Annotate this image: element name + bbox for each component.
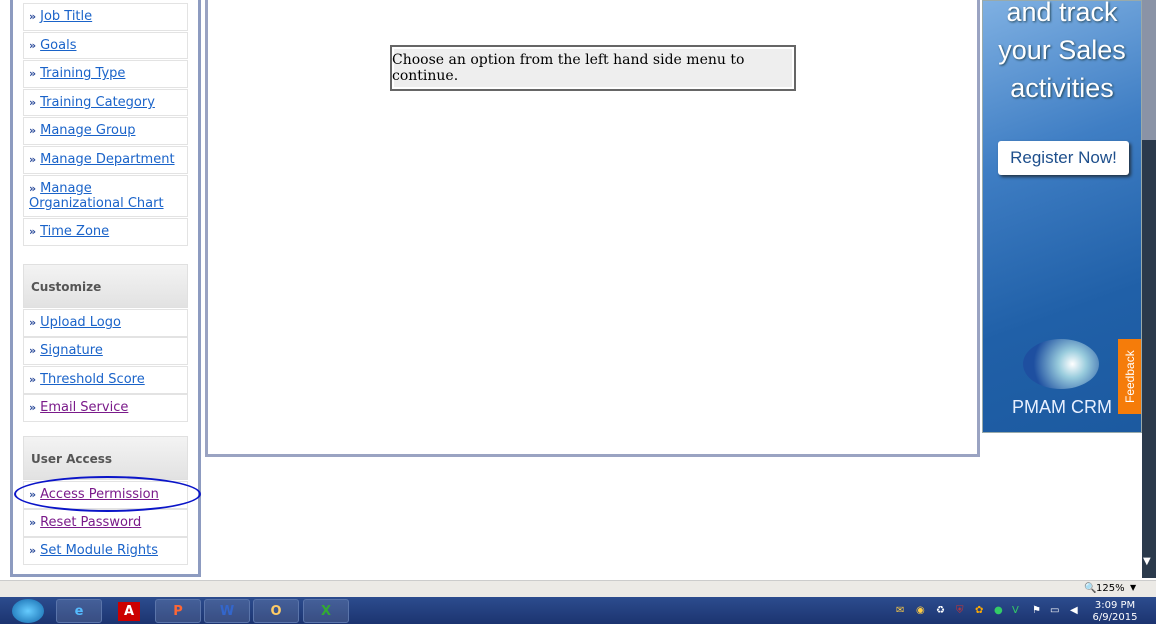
vpn-tray-icon[interactable]: V [1012, 605, 1019, 616]
ad-text-line: and track [1006, 0, 1118, 27]
sidebar-menu-item[interactable]: » Reset Password [23, 509, 188, 537]
bullet-icon: » [29, 10, 37, 23]
scroll-down-arrow-icon[interactable]: ▼ [1143, 556, 1151, 567]
sidebar-menu-item[interactable]: » Manage Department [23, 146, 188, 174]
action-center-flag-icon[interactable]: ⚑ [1032, 605, 1041, 616]
word-icon[interactable]: W [204, 599, 250, 623]
feedback-tab[interactable]: Feedback [1118, 339, 1141, 414]
acrobat-icon[interactable]: A [117, 601, 141, 621]
sidebar-menu-item[interactable]: » Signature [23, 337, 188, 365]
sidebar-menu-item[interactable]: » Manage Group [23, 117, 188, 145]
bullet-icon: » [29, 124, 37, 137]
sidebar-menu-item[interactable]: » Time Zone [23, 218, 188, 246]
register-now-button[interactable]: Register Now! [998, 141, 1129, 175]
sidebar-menu-item[interactable]: » Set Module Rights [23, 537, 188, 565]
pmam-logo-icon [1023, 339, 1099, 389]
sidebar-link[interactable]: Training Category [40, 95, 155, 110]
sidebar-link[interactable]: Manage Group [40, 123, 135, 138]
sidebar-link[interactable]: Manage Organizational Chart [29, 181, 164, 211]
start-button-icon[interactable] [12, 599, 44, 623]
outlook-icon[interactable]: O [253, 599, 299, 623]
status-bar: 🔍 125% ▼ [0, 580, 1156, 597]
internet-explorer-icon[interactable]: e [56, 599, 102, 623]
outlook-tray-icon[interactable]: ◉ [916, 605, 925, 616]
ad-text-line: your Sales [998, 35, 1126, 65]
sidebar-menu-item[interactable]: » Training Category [23, 89, 188, 116]
powerpoint-icon[interactable]: P [155, 599, 201, 623]
sidebar-menu-item[interactable]: » Job Title [23, 3, 188, 31]
bullet-icon: » [29, 67, 37, 80]
sidebar-menu-item[interactable]: » Goals [23, 32, 188, 59]
bullet-icon: » [29, 373, 37, 386]
flower-tray-icon[interactable]: ✿ [975, 605, 983, 616]
zoom-icon: 🔍 [1084, 583, 1097, 594]
bullet-icon: » [29, 316, 37, 329]
sidebar-link[interactable]: Manage Department [40, 152, 174, 167]
scrollbar-thumb[interactable] [1142, 0, 1156, 140]
bullet-icon: » [29, 153, 37, 166]
sidebar-menu-item[interactable]: » Training Type [23, 60, 188, 88]
network-icon[interactable]: ▭ [1050, 605, 1059, 616]
sidebar-link[interactable]: Signature [40, 343, 103, 358]
sidebar-link[interactable]: Threshold Score [40, 372, 145, 387]
sidebar-menu-item[interactable]: » Manage Organizational Chart [23, 175, 188, 217]
bullet-icon: » [29, 96, 37, 109]
ad-text-line: activities [1010, 73, 1114, 103]
highlight-circle [14, 476, 201, 512]
bullet-icon: » [29, 344, 37, 357]
excel-icon[interactable]: X [303, 599, 349, 623]
clock[interactable]: 3:09 PM 6/9/2015 [1090, 600, 1140, 624]
sidebar-link[interactable]: Goals [40, 38, 76, 53]
mail-tray-icon[interactable]: ✉ [896, 605, 904, 616]
bullet-icon: » [29, 39, 37, 52]
sync-tray-icon[interactable]: ♻ [936, 605, 945, 616]
sidebar-menu-item[interactable]: » Upload Logo [23, 309, 188, 337]
bullet-icon: » [29, 401, 37, 414]
sidebar-section-header: Customize [23, 264, 188, 308]
sidebar-link[interactable]: Job Title [40, 9, 92, 24]
clock-time: 3:09 PM [1094, 600, 1136, 611]
ad-banner[interactable]: and track your Sales activities Register… [982, 0, 1142, 433]
sidebar-section-header: User Access [23, 436, 188, 480]
globe-tray-icon[interactable]: ● [994, 605, 1003, 616]
sidebar-link[interactable]: Set Module Rights [40, 543, 158, 558]
zoom-dropdown-icon[interactable]: ▼ [1130, 583, 1136, 592]
taskbar: e A P W O X ✉ ◉ ♻ ⛨ ✿ ● V ⚑ ▭ ◀ 3:09 PM 6… [0, 597, 1156, 624]
sidebar-menu-item[interactable]: » Email Service [23, 394, 188, 422]
bullet-icon: » [29, 544, 37, 557]
info-message: Choose an option from the left hand side… [390, 45, 796, 91]
volume-icon[interactable]: ◀ [1070, 605, 1078, 616]
sidebar-link[interactable]: Email Service [40, 400, 128, 415]
clock-date: 6/9/2015 [1092, 612, 1138, 623]
bullet-icon: » [29, 516, 37, 529]
sidebar-link[interactable]: Time Zone [40, 224, 109, 239]
zoom-level[interactable]: 125% [1096, 583, 1125, 594]
sidebar-link[interactable]: Reset Password [40, 515, 141, 530]
sidebar-menu-item[interactable]: » Threshold Score [23, 366, 188, 394]
sidebar-link[interactable]: Upload Logo [40, 315, 121, 330]
bullet-icon: » [29, 182, 37, 195]
bullet-icon: » [29, 225, 37, 238]
sidebar-link[interactable]: Training Type [40, 66, 125, 81]
mcafee-tray-icon[interactable]: ⛨ [956, 605, 964, 616]
